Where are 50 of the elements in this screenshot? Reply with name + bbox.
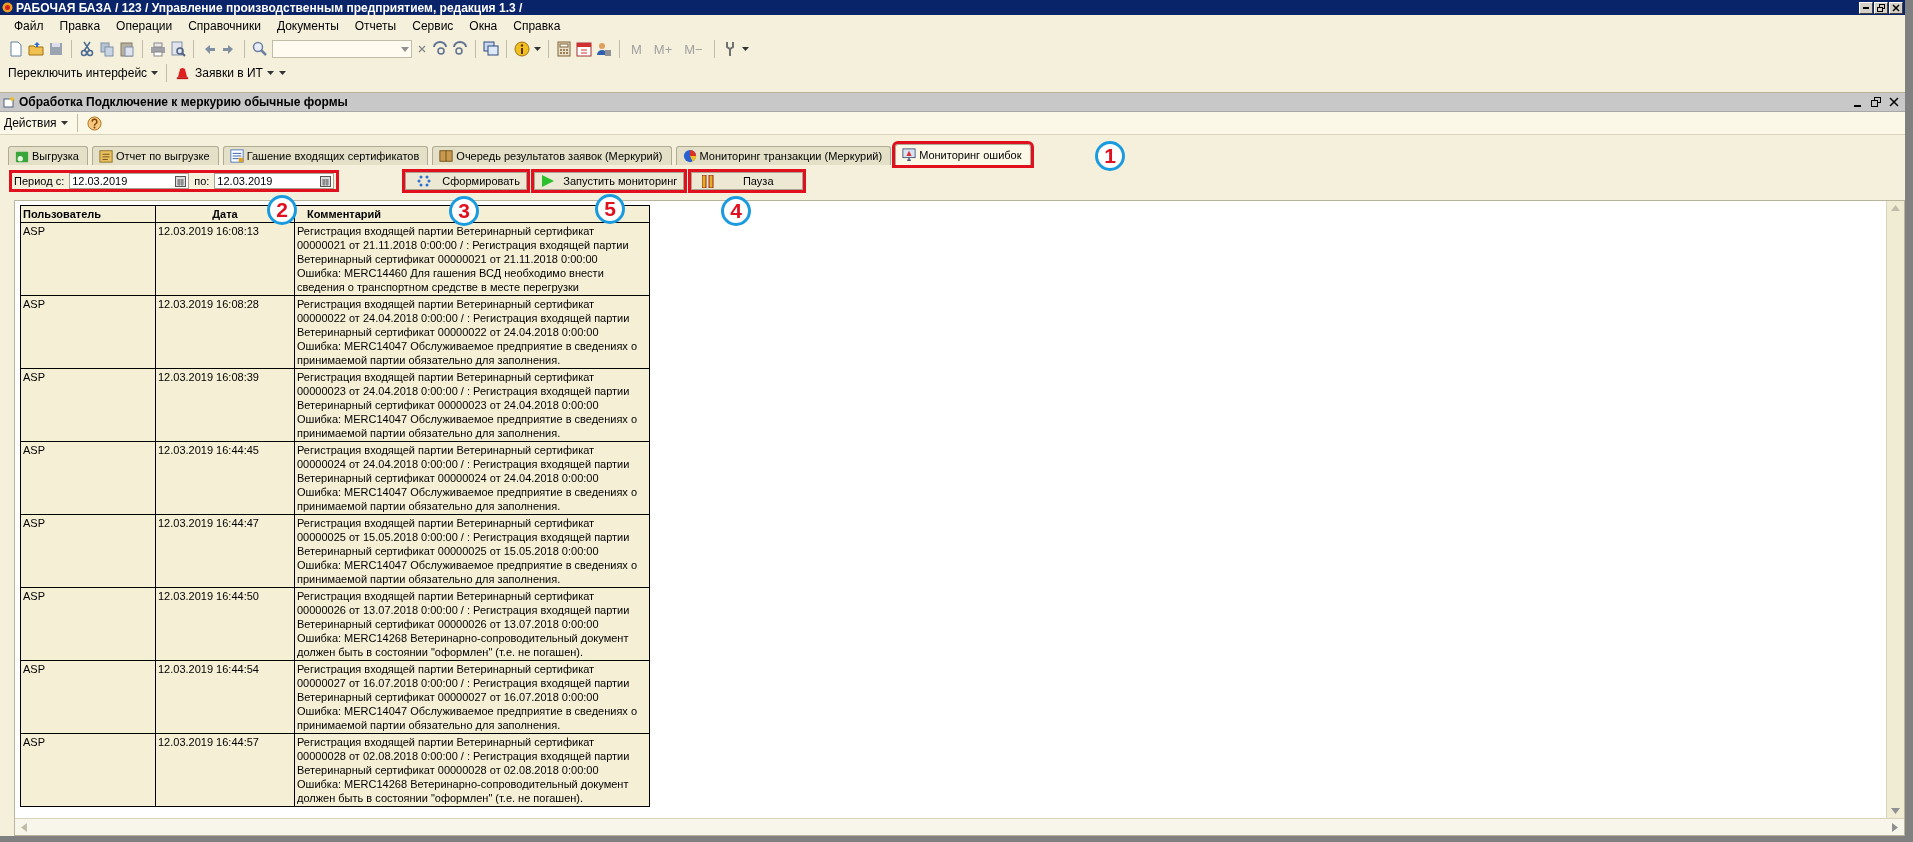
user-cell: ASP xyxy=(20,295,156,369)
date-cell: 12.03.2019 16:08:39 xyxy=(155,368,295,442)
actions-menu[interactable]: Действия xyxy=(4,116,68,130)
menu-item[interactable]: Отчеты xyxy=(348,18,403,33)
menu-item[interactable]: Справочники xyxy=(182,18,267,33)
column-header: Пользователь xyxy=(20,205,156,223)
date-cell: 12.03.2019 16:44:57 xyxy=(155,733,295,807)
user-cell: ASP xyxy=(20,368,156,442)
date-field[interactable]: 12.03.2019 xyxy=(214,173,335,189)
date-cell: 12.03.2019 16:44:47 xyxy=(155,514,295,588)
switch-interface-menu[interactable]: Переключить интерфейс xyxy=(8,66,159,80)
menu-item[interactable]: Окна xyxy=(463,18,504,33)
user-cell: ASP xyxy=(20,514,156,588)
start-button[interactable]: Запустить мониторинг xyxy=(534,172,685,190)
user-cell: ASP xyxy=(20,587,156,661)
comment-cell: Регистрация входящей партии Ветеринарный сертификат 00000023 от 24.04.2018 0:00:00 / : Регистрация входящей партии Ветеринарный сертификат 00000023 от 24.04.2018 0:00:00 Ошибка: MERC14047 Обслуживаемое предприятие в сведениях о принимаемой партии обязательно для заполнения. xyxy=(294,368,650,442)
menu-item[interactable]: Файл xyxy=(8,18,50,33)
menu-item[interactable]: Операции xyxy=(110,18,179,33)
comment-cell: Регистрация входящей партии Ветеринарный сертификат 00000025 от 15.05.2018 0:00:00 / : Регистрация входящей партии Ветеринарный сертификат 00000025 от 15.05.2018 0:00:00 Ошибка: MERC14047 Обслуживаемое предприятие в сведениях о принимаемой партии обязательно для заполнения. xyxy=(294,514,650,588)
user-cell: ASP xyxy=(20,733,156,807)
window-title: РАБОЧАЯ БАЗА / 123 / Управление производственным предприятием, редакция 1.3 / xyxy=(16,0,524,15)
tab[interactable]: Мониторинг транзакции (Меркурий) xyxy=(675,146,892,165)
tab[interactable]: Выгрузка xyxy=(8,146,88,165)
comment-cell: Регистрация входящей партии Ветеринарный сертификат 00000024 от 24.04.2018 0:00:00 / : Регистрация входящей партии Ветеринарный сертификат 00000024 от 24.04.2018 0:00:00 Ошибка: MERC14047 Обслуживаемое предприятие в сведениях о принимаемой партии обязательно для заполнения. xyxy=(294,441,650,515)
date-cell: 12.03.2019 16:44:45 xyxy=(155,441,295,515)
form-title: Обработка Подключение к меркурию обычные формы xyxy=(19,95,349,109)
period-to-label: по: xyxy=(194,175,210,187)
tab[interactable]: Мониторинг ошибок xyxy=(895,144,1031,165)
pause-button[interactable]: Пауза xyxy=(691,172,804,190)
menu-item[interactable]: Сервис xyxy=(406,18,460,33)
menu-item[interactable]: Правка xyxy=(53,18,107,33)
user-cell: ASP xyxy=(20,222,156,296)
requests-menu[interactable]: Заявки в ИТ xyxy=(195,66,274,80)
generate-button[interactable]: Сформировать xyxy=(405,172,528,190)
date-cell: 12.03.2019 16:08:28 xyxy=(155,295,295,369)
date-field[interactable]: 12.03.2019 xyxy=(69,173,190,189)
comment-cell: Регистрация входящей партии Ветеринарный сертификат 00000028 от 02.08.2018 0:00:00 / : Регистрация входящей партии Ветеринарный сертификат 00000028 от 02.08.2018 0:00:00 Ошибка: MERC14268 Ветеринарно-сопроводительный документ должен быть в состоянии "оформлен" (т.е. не погашен). xyxy=(294,733,650,807)
menu-item[interactable]: Документы xyxy=(270,18,345,33)
tab[interactable]: Очередь результатов заявок (Меркурий) xyxy=(432,146,672,165)
user-cell: ASP xyxy=(20,660,156,734)
tab[interactable]: Гашение входящих сертификатов xyxy=(222,146,429,165)
comment-cell: Регистрация входящей партии Ветеринарный сертификат 00000027 от 16.07.2018 0:00:00 / : Регистрация входящей партии Ветеринарный сертификат 00000027 от 16.07.2018 0:00:00 Ошибка: MERC14047 Обслуживаемое предприятие в сведениях о принимаемой партии обязательно для заполнения. xyxy=(294,660,650,734)
period-from-label: Период с: xyxy=(14,175,65,187)
tab[interactable]: Отчет по выгрузке xyxy=(91,146,219,165)
date-cell: 12.03.2019 16:44:54 xyxy=(155,660,295,734)
comment-cell: Регистрация входящей партии Ветеринарный сертификат 00000022 от 24.04.2018 0:00:00 / : Регистрация входящей партии Ветеринарный сертификат 00000022 от 24.04.2018 0:00:00 Ошибка: MERC14047 Обслуживаемое предприятие в сведениях о принимаемой партии обязательно для заполнения. xyxy=(294,295,650,369)
date-cell: 12.03.2019 16:44:50 xyxy=(155,587,295,661)
user-cell: ASP xyxy=(20,441,156,515)
comment-cell: Регистрация входящей партии Ветеринарный сертификат 00000026 от 13.07.2018 0:00:00 / : Регистрация входящей партии Ветеринарный сертификат 00000026 от 13.07.2018 0:00:00 Ошибка: MERC14268 Ветеринарно-сопроводительный документ должен быть в состоянии "оформлен" (т.е. не погашен). xyxy=(294,587,650,661)
menu-item[interactable]: Справка xyxy=(507,18,567,33)
